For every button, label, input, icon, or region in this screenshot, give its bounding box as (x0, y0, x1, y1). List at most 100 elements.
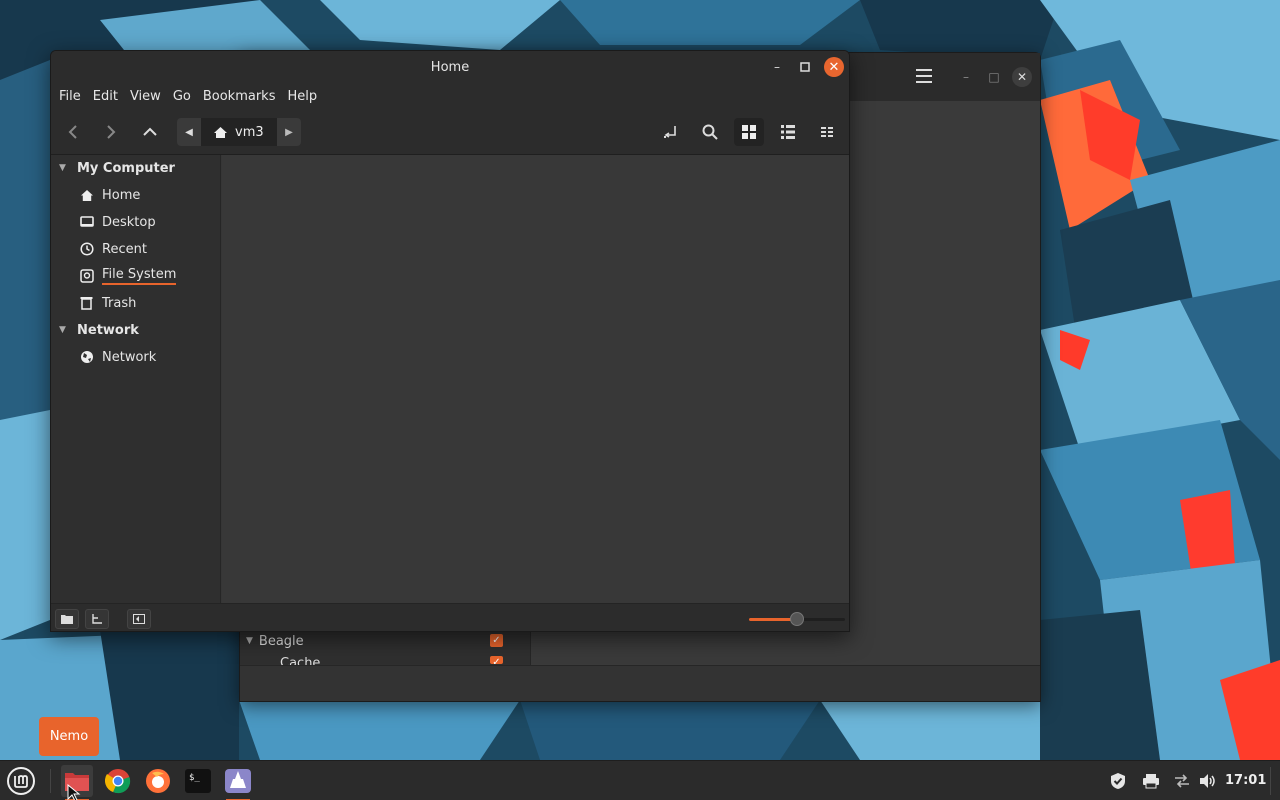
taskbar-app-terminal[interactable]: $_ (182, 765, 214, 797)
sidebar-item-home[interactable]: Home (79, 185, 140, 205)
sidebar-item-label: Network (102, 349, 157, 365)
menu-bookmarks[interactable]: Bookmarks (203, 85, 284, 109)
trash-icon (79, 296, 94, 310)
toggle-location-entry-button[interactable] (656, 118, 686, 146)
sidebar-item-label: Desktop (102, 214, 156, 230)
back-button[interactable] (58, 118, 88, 146)
folder-icon (61, 615, 73, 624)
clock-icon (79, 242, 94, 256)
places-sidebar: ▼ My Computer Home Desktop Recent File S… (51, 155, 221, 603)
chevron-right-icon (107, 125, 116, 139)
search-icon (702, 124, 718, 140)
path-scroll-left-button[interactable]: ◀ (177, 118, 201, 146)
section-my-computer[interactable]: ▼ My Computer (59, 158, 175, 178)
minimize-button[interactable]: – (767, 57, 787, 77)
printer-icon[interactable] (1141, 771, 1161, 791)
grid-view-icon (742, 125, 756, 139)
file-view-area[interactable] (222, 155, 849, 603)
expander-triangle-icon[interactable]: ▼ (59, 325, 71, 335)
taskbar-separator (50, 769, 51, 793)
taskbar-app-chrome[interactable] (102, 765, 134, 797)
taskbar-app-firefox[interactable] (142, 765, 174, 797)
sidebar-item-desktop[interactable]: Desktop (79, 212, 156, 232)
home-icon (79, 189, 94, 202)
up-button[interactable] (135, 118, 165, 146)
expand-triangle-icon[interactable]: ▼ (246, 636, 253, 646)
background-window-footer (240, 665, 1040, 701)
list-view-icon (781, 125, 795, 139)
file-manager-window[interactable]: Home – ✕ File Edit View Go Bookmarks Hel… (50, 50, 850, 632)
clock[interactable]: 17:01 (1225, 773, 1266, 788)
compact-view-icon (821, 127, 833, 137)
home-icon (214, 126, 227, 138)
sidebar-item-label: File System (102, 267, 177, 285)
close-button[interactable]: ✕ (824, 57, 844, 77)
background-minimize-button[interactable]: – (956, 67, 976, 87)
firefox-icon (146, 769, 170, 793)
window-title: Home (430, 60, 470, 75)
svg-text:$_: $_ (189, 773, 200, 783)
drive-icon (79, 269, 94, 283)
cleaner-row-beagle[interactable]: ▼ Beagle (246, 631, 304, 651)
show-places-button[interactable] (55, 609, 79, 629)
menu-edit[interactable]: Edit (93, 85, 126, 109)
checkbox-beagle[interactable]: ✓ (490, 634, 503, 647)
sidebar-item-label: Home (102, 187, 141, 203)
location-entry-icon (664, 126, 676, 138)
path-scroll-right-button[interactable]: ▶ (277, 118, 301, 146)
title-bar[interactable]: Home – ✕ (51, 51, 849, 85)
sidebar-item-label: Recent (102, 241, 147, 257)
toggle-sidebar-button[interactable] (127, 609, 151, 629)
mint-menu-button[interactable] (5, 765, 37, 797)
list-divider (530, 631, 531, 665)
terminal-icon: $_ (185, 769, 211, 793)
hamburger-menu-icon[interactable] (916, 69, 934, 83)
sidebar-item-file-system[interactable]: File System (79, 266, 177, 286)
chrome-icon (105, 769, 131, 794)
show-treeview-button[interactable] (85, 609, 109, 629)
zoom-slider[interactable] (749, 612, 845, 626)
forward-button[interactable] (96, 118, 126, 146)
sidebar-item-network[interactable]: Network (79, 347, 156, 367)
desktop-icon (79, 216, 94, 228)
mouse-cursor-icon (67, 784, 81, 800)
taskbar-app-bleachbit[interactable] (222, 765, 254, 800)
path-label: vm3 (235, 124, 264, 140)
show-desktop-button[interactable] (1270, 767, 1271, 795)
compact-view-button[interactable] (812, 118, 842, 146)
expander-triangle-icon[interactable]: ▼ (59, 163, 71, 173)
menu-help[interactable]: Help (287, 85, 325, 109)
maximize-button[interactable] (795, 57, 815, 77)
section-network[interactable]: ▼ Network (59, 320, 139, 340)
section-label: My Computer (77, 160, 175, 176)
bleachbit-icon (225, 769, 251, 793)
menu-file[interactable]: File (59, 85, 89, 109)
taskbar: $_ 17:01 (0, 760, 1280, 800)
menu-bar: File Edit View Go Bookmarks Help (51, 85, 849, 109)
icon-view-button[interactable] (734, 118, 764, 146)
menu-go[interactable]: Go (173, 85, 199, 109)
path-home-button[interactable]: vm3 (201, 118, 277, 146)
zoom-slider-handle[interactable] (790, 612, 804, 626)
search-button[interactable] (695, 118, 725, 146)
chevron-left-icon (68, 125, 77, 139)
cleaner-label: Beagle (258, 633, 304, 649)
sidebar-item-trash[interactable]: Trash (79, 293, 136, 313)
sidebar-item-recent[interactable]: Recent (79, 239, 147, 259)
mint-logo-icon (7, 767, 35, 795)
background-close-button[interactable]: ✕ (1012, 67, 1032, 87)
network-transfer-icon[interactable] (1172, 771, 1192, 791)
status-bar (51, 603, 849, 631)
sidebar-toggle-icon (133, 614, 145, 624)
background-maximize-button[interactable]: □ (984, 67, 1004, 87)
menu-view[interactable]: View (130, 85, 169, 109)
shield-icon[interactable] (1108, 771, 1128, 791)
globe-icon (79, 350, 94, 364)
taskbar-tooltip: Nemo (39, 717, 99, 756)
chevron-up-icon (143, 127, 157, 136)
sidebar-item-label: Trash (102, 295, 137, 311)
list-view-button[interactable] (773, 118, 803, 146)
volume-icon[interactable] (1198, 771, 1218, 791)
checkbox-cache[interactable]: ✓ (490, 656, 503, 668)
tree-view-icon (92, 614, 102, 624)
